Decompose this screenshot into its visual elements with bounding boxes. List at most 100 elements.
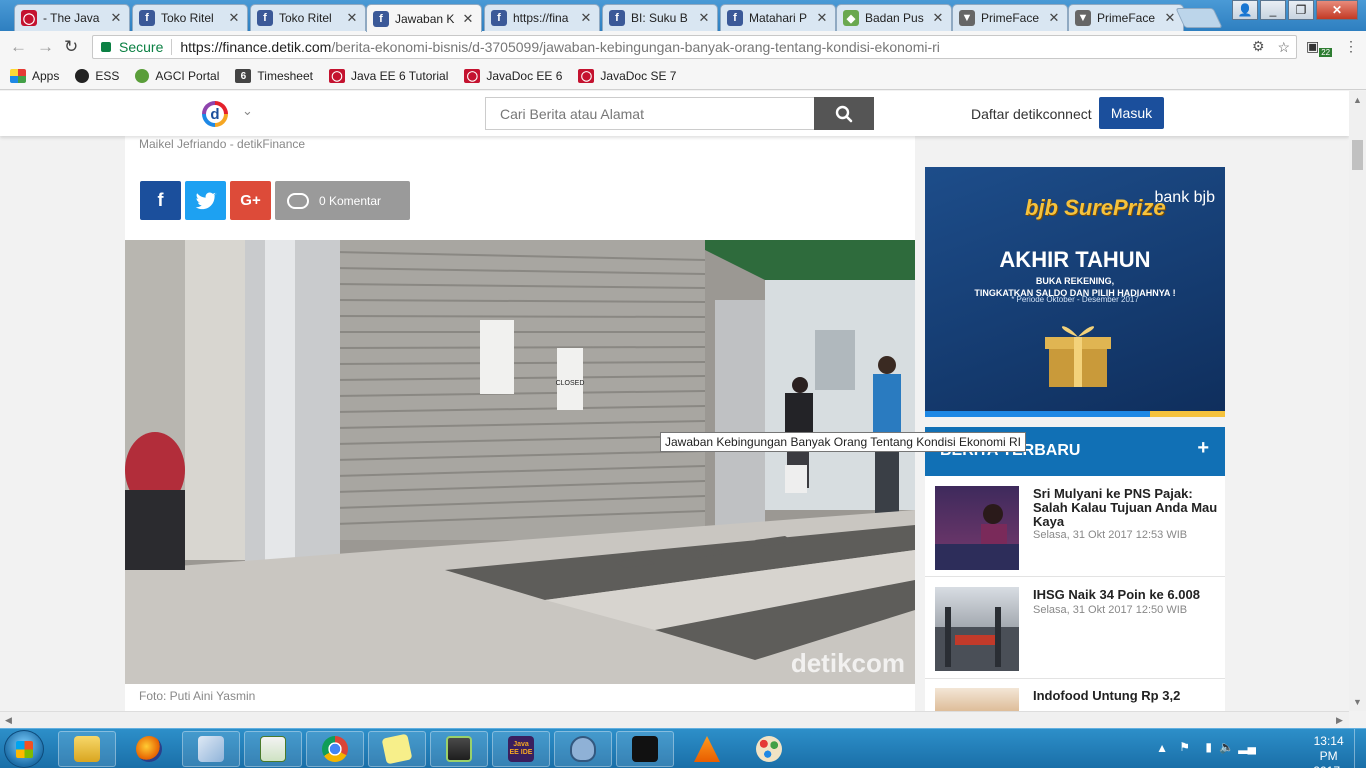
tab-toko-ritel-1[interactable]: f Toko Ritel ✕	[132, 4, 248, 31]
new-tab-button[interactable]	[1175, 8, 1223, 28]
photo-watermark: detikcom	[791, 648, 905, 678]
komentar-button[interactable]: 0 Komentar	[275, 181, 410, 220]
taskbar-java-ee-ide[interactable]: Java EE IDE	[492, 731, 550, 767]
logo-letter: d	[206, 105, 224, 123]
battery-icon[interactable]: ▮	[1205, 740, 1212, 754]
taskbar-network[interactable]	[430, 731, 488, 767]
bookmark-ess[interactable]: ESS	[75, 69, 119, 83]
close-icon[interactable]: ✕	[931, 10, 945, 26]
forward-arrow-icon[interactable]: →	[37, 37, 54, 57]
show-desktop-button[interactable]	[1354, 729, 1366, 768]
search-input[interactable]: Cari Berita atau Alamat	[485, 97, 815, 130]
search-icon	[835, 105, 853, 122]
masuk-button[interactable]: Masuk	[1099, 97, 1164, 129]
tab-bi-suku-bunga[interactable]: f BI: Suku B ✕	[602, 4, 718, 31]
taskbar-sticky-notes[interactable]	[368, 731, 426, 767]
close-icon[interactable]: ✕	[109, 10, 123, 26]
start-button[interactable]	[4, 730, 44, 768]
bookmark-timesheet[interactable]: 6 Timesheet	[235, 69, 313, 83]
clock-date: 2017-10-31	[1313, 764, 1344, 768]
daftar-link[interactable]: Daftar detikconnect	[971, 106, 1092, 122]
flag-icon[interactable]: ⚑	[1179, 740, 1190, 754]
site-settings-icon[interactable]: ⚙	[1252, 38, 1265, 55]
close-icon[interactable]: ✕	[579, 10, 593, 26]
bookmark-label: Java EE 6 Tutorial	[350, 69, 449, 83]
menu-dots-icon[interactable]: ⋮	[1344, 38, 1358, 55]
tab-title: Matahari P	[749, 11, 808, 25]
scroll-left-arrow-icon[interactable]: ◀	[5, 715, 12, 726]
vertical-scroll-thumb[interactable]	[1352, 140, 1363, 170]
taskbar-spreadsheet[interactable]	[244, 731, 302, 767]
bjb-advertisement[interactable]: bank bjb bjb SurePrize AKHIR TAHUN BUKA …	[925, 167, 1225, 417]
bookmark-agci-portal[interactable]: AGCI Portal	[135, 69, 219, 83]
tab-finance-url[interactable]: f https://fina ✕	[484, 4, 600, 31]
close-icon[interactable]: ✕	[461, 11, 475, 27]
chevron-down-icon[interactable]: ⌄	[242, 103, 253, 119]
close-icon[interactable]: ✕	[815, 10, 829, 26]
taskbar-notepad[interactable]	[182, 731, 240, 767]
list-item[interactable]: Sri Mulyani ke PNS Pajak: Salah Kalau Tu…	[925, 476, 1225, 577]
network-bars-icon[interactable]: ▂▄	[1238, 740, 1256, 754]
scroll-down-arrow-icon[interactable]: ▼	[1353, 697, 1362, 707]
bookmark-apps[interactable]: Apps	[10, 69, 59, 83]
detik-logo[interactable]: d	[202, 101, 228, 127]
taskbar-inkscape[interactable]	[616, 731, 674, 767]
close-icon[interactable]: ✕	[227, 10, 241, 26]
tab-primefaces-2[interactable]: ▼ PrimeFace ✕	[1068, 4, 1184, 31]
ad-prize-title: bjb SurePrize	[1025, 195, 1166, 220]
chrome-icon	[322, 736, 348, 762]
tab-matahari[interactable]: f Matahari P ✕	[720, 4, 836, 31]
tab-badan-pusat[interactable]: ◆ Badan Pus ✕	[836, 4, 952, 31]
close-window-button[interactable]: ✕	[1316, 0, 1358, 20]
taskbar-paint[interactable]	[740, 731, 798, 767]
close-icon[interactable]: ✕	[697, 10, 711, 26]
taskbar-postgresql[interactable]	[554, 731, 612, 767]
scroll-right-arrow-icon[interactable]: ▶	[1336, 715, 1343, 726]
user-icon[interactable]: 👤	[1232, 0, 1258, 20]
vertical-scrollbar[interactable]: ▲ ▼	[1349, 91, 1366, 711]
list-item[interactable]: IHSG Naik 34 Poin ke 6.008 Selasa, 31 Ok…	[925, 577, 1225, 679]
taskbar-chrome[interactable]	[306, 731, 364, 767]
extension-icon[interactable]: ▣ 22	[1306, 38, 1333, 57]
share-facebook-button[interactable]: f	[140, 181, 181, 220]
scroll-up-arrow-icon[interactable]: ▲	[1353, 95, 1362, 105]
bookmark-javadoc-ee-6[interactable]: ◯ JavaDoc EE 6	[464, 69, 562, 83]
windows-logo-icon	[16, 741, 33, 758]
tab-primefaces-1[interactable]: ▼ PrimeFace ✕	[952, 4, 1068, 31]
bookmark-java-ee-6-tutorial[interactable]: ◯ Java EE 6 Tutorial	[328, 69, 449, 83]
news-list: Sri Mulyani ke PNS Pajak: Salah Kalau Tu…	[925, 476, 1225, 711]
close-icon[interactable]: ✕	[1163, 10, 1177, 26]
volume-icon[interactable]: 🔈	[1219, 740, 1234, 754]
star-icon[interactable]: ☆	[1277, 39, 1290, 56]
minimize-button[interactable]: _	[1260, 0, 1286, 20]
share-twitter-button[interactable]	[185, 181, 226, 220]
taskbar-vlc[interactable]	[678, 731, 736, 767]
reload-icon[interactable]: ↻	[64, 37, 78, 57]
clock[interactable]: 13:14 PM 2017-10-31	[1313, 734, 1344, 768]
close-icon[interactable]: ✕	[1047, 10, 1061, 26]
news-title[interactable]: Sri Mulyani ke PNS Pajak: Salah Kalau Tu…	[1033, 487, 1218, 529]
plus-icon[interactable]: +	[1197, 437, 1209, 460]
notepad-icon	[198, 736, 224, 762]
folder-icon	[74, 736, 100, 762]
spreadsheet-icon	[260, 736, 286, 762]
back-arrow-icon[interactable]: ←	[10, 37, 27, 57]
bookmark-label: JavaDoc EE 6	[486, 69, 563, 83]
tab-jawaban-active[interactable]: f Jawaban K ✕	[366, 4, 482, 32]
share-gplus-button[interactable]: G+	[230, 181, 271, 220]
taskbar-explorer[interactable]	[58, 731, 116, 767]
news-title[interactable]: IHSG Naik 34 Poin ke 6.008	[1033, 588, 1218, 602]
news-title[interactable]: Indofood Untung Rp 3,2	[1033, 689, 1218, 703]
maximize-button[interactable]: ❐	[1288, 0, 1314, 20]
list-item[interactable]: Indofood Untung Rp 3,2	[925, 679, 1225, 711]
address-bar[interactable]: Secure https://finance.detik.com /berita…	[92, 35, 1297, 59]
horizontal-scrollbar[interactable]: ◀ ▶	[0, 711, 1349, 728]
chevron-up-icon[interactable]: ▲	[1156, 741, 1168, 755]
bookmark-label: Apps	[32, 69, 60, 83]
bookmark-javadoc-se-7[interactable]: ◯ JavaDoc SE 7	[578, 69, 676, 83]
close-icon[interactable]: ✕	[345, 10, 359, 26]
tab-java[interactable]: ◯ - The Java ✕	[14, 4, 130, 31]
taskbar-firefox[interactable]	[120, 731, 178, 767]
tab-toko-ritel-2[interactable]: f Toko Ritel ✕	[250, 4, 366, 31]
search-button[interactable]	[814, 97, 874, 130]
